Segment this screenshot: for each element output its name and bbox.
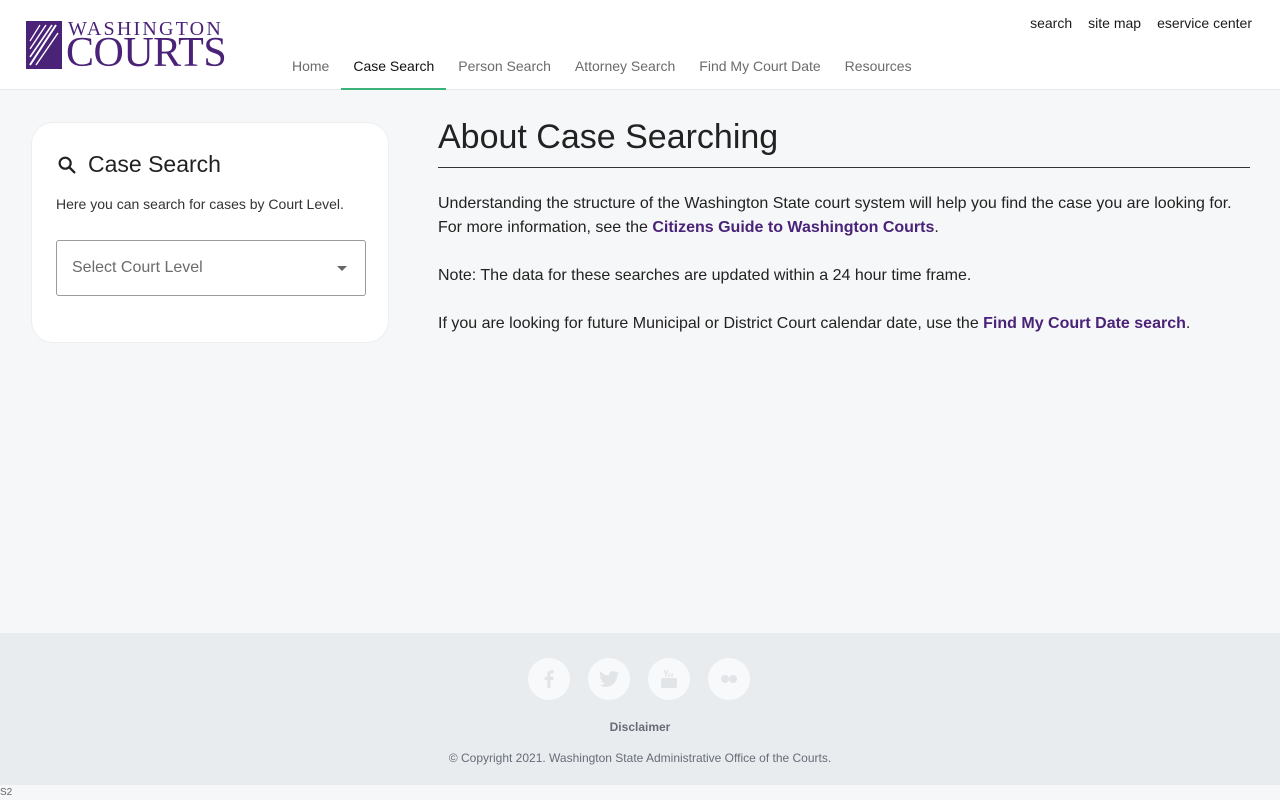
case-search-card: Case Search Here you can search for case…	[31, 122, 389, 343]
tab-person-search[interactable]: Person Search	[446, 44, 563, 90]
tab-resources[interactable]: Resources	[833, 44, 924, 90]
bottom-strip	[0, 785, 1280, 800]
tab-attorney-search[interactable]: Attorney Search	[563, 44, 687, 90]
find-my-court-date-link[interactable]: Find My Court Date search	[983, 315, 1186, 332]
logo-mark-icon	[26, 21, 62, 69]
copyright-text: © Copyright 2021. Washington State Admin…	[448, 751, 832, 765]
social-links	[528, 658, 750, 700]
utility-link-search[interactable]: search	[1030, 15, 1072, 31]
chevron-down-icon	[337, 266, 347, 271]
court-level-select[interactable]: Select Court Level	[56, 240, 366, 296]
tab-home[interactable]: Home	[280, 44, 341, 90]
utility-links: search site map eservice center	[1030, 15, 1252, 31]
card-description: Here you can search for cases by Court L…	[56, 196, 344, 212]
search-icon	[58, 156, 76, 174]
utility-link-site-map[interactable]: site map	[1088, 15, 1141, 31]
main-content: About Case Searching Understanding the s…	[438, 118, 1250, 336]
tab-find-my-court-date[interactable]: Find My Court Date	[687, 44, 832, 90]
facebook-icon[interactable]	[528, 658, 570, 700]
site-footer: Disclaimer © Copyright 2021. Washington …	[0, 633, 1280, 785]
disclaimer-link[interactable]: Disclaimer	[0, 720, 1280, 734]
twitter-icon[interactable]	[588, 658, 630, 700]
intro-end: .	[934, 219, 939, 236]
court-date-text: If you are looking for future Municipal …	[438, 315, 984, 332]
youtube-icon[interactable]	[648, 658, 690, 700]
note-paragraph: Note: The data for these searches are up…	[438, 267, 972, 284]
flickr-icon[interactable]	[708, 658, 750, 700]
intro-paragraph: Understanding the structure of the Washi…	[438, 192, 1250, 240]
card-title-text: Case Search	[88, 151, 221, 177]
page-title: About Case Searching	[438, 118, 1250, 168]
utility-link-eservice-center[interactable]: eservice center	[1157, 15, 1252, 31]
card-title: Case Search	[56, 151, 221, 178]
tab-case-search[interactable]: Case Search	[341, 44, 447, 90]
version-label: S2	[0, 787, 13, 798]
court-date-end: .	[1185, 315, 1191, 332]
washington-courts-logo[interactable]: WASHINGTON COURTS	[26, 18, 227, 76]
citizens-guide-link[interactable]: Citizens Guide to Washington Courts	[652, 219, 934, 236]
court-date-paragraph: If you are looking for future Municipal …	[438, 312, 1250, 336]
logo-text-bottom: COURTS	[66, 30, 227, 76]
court-level-placeholder: Select Court Level	[72, 259, 203, 276]
main-nav: Home Case Search Person Search Attorney …	[280, 44, 924, 90]
site-header: WASHINGTON COURTS search site map eservi…	[0, 0, 1280, 90]
